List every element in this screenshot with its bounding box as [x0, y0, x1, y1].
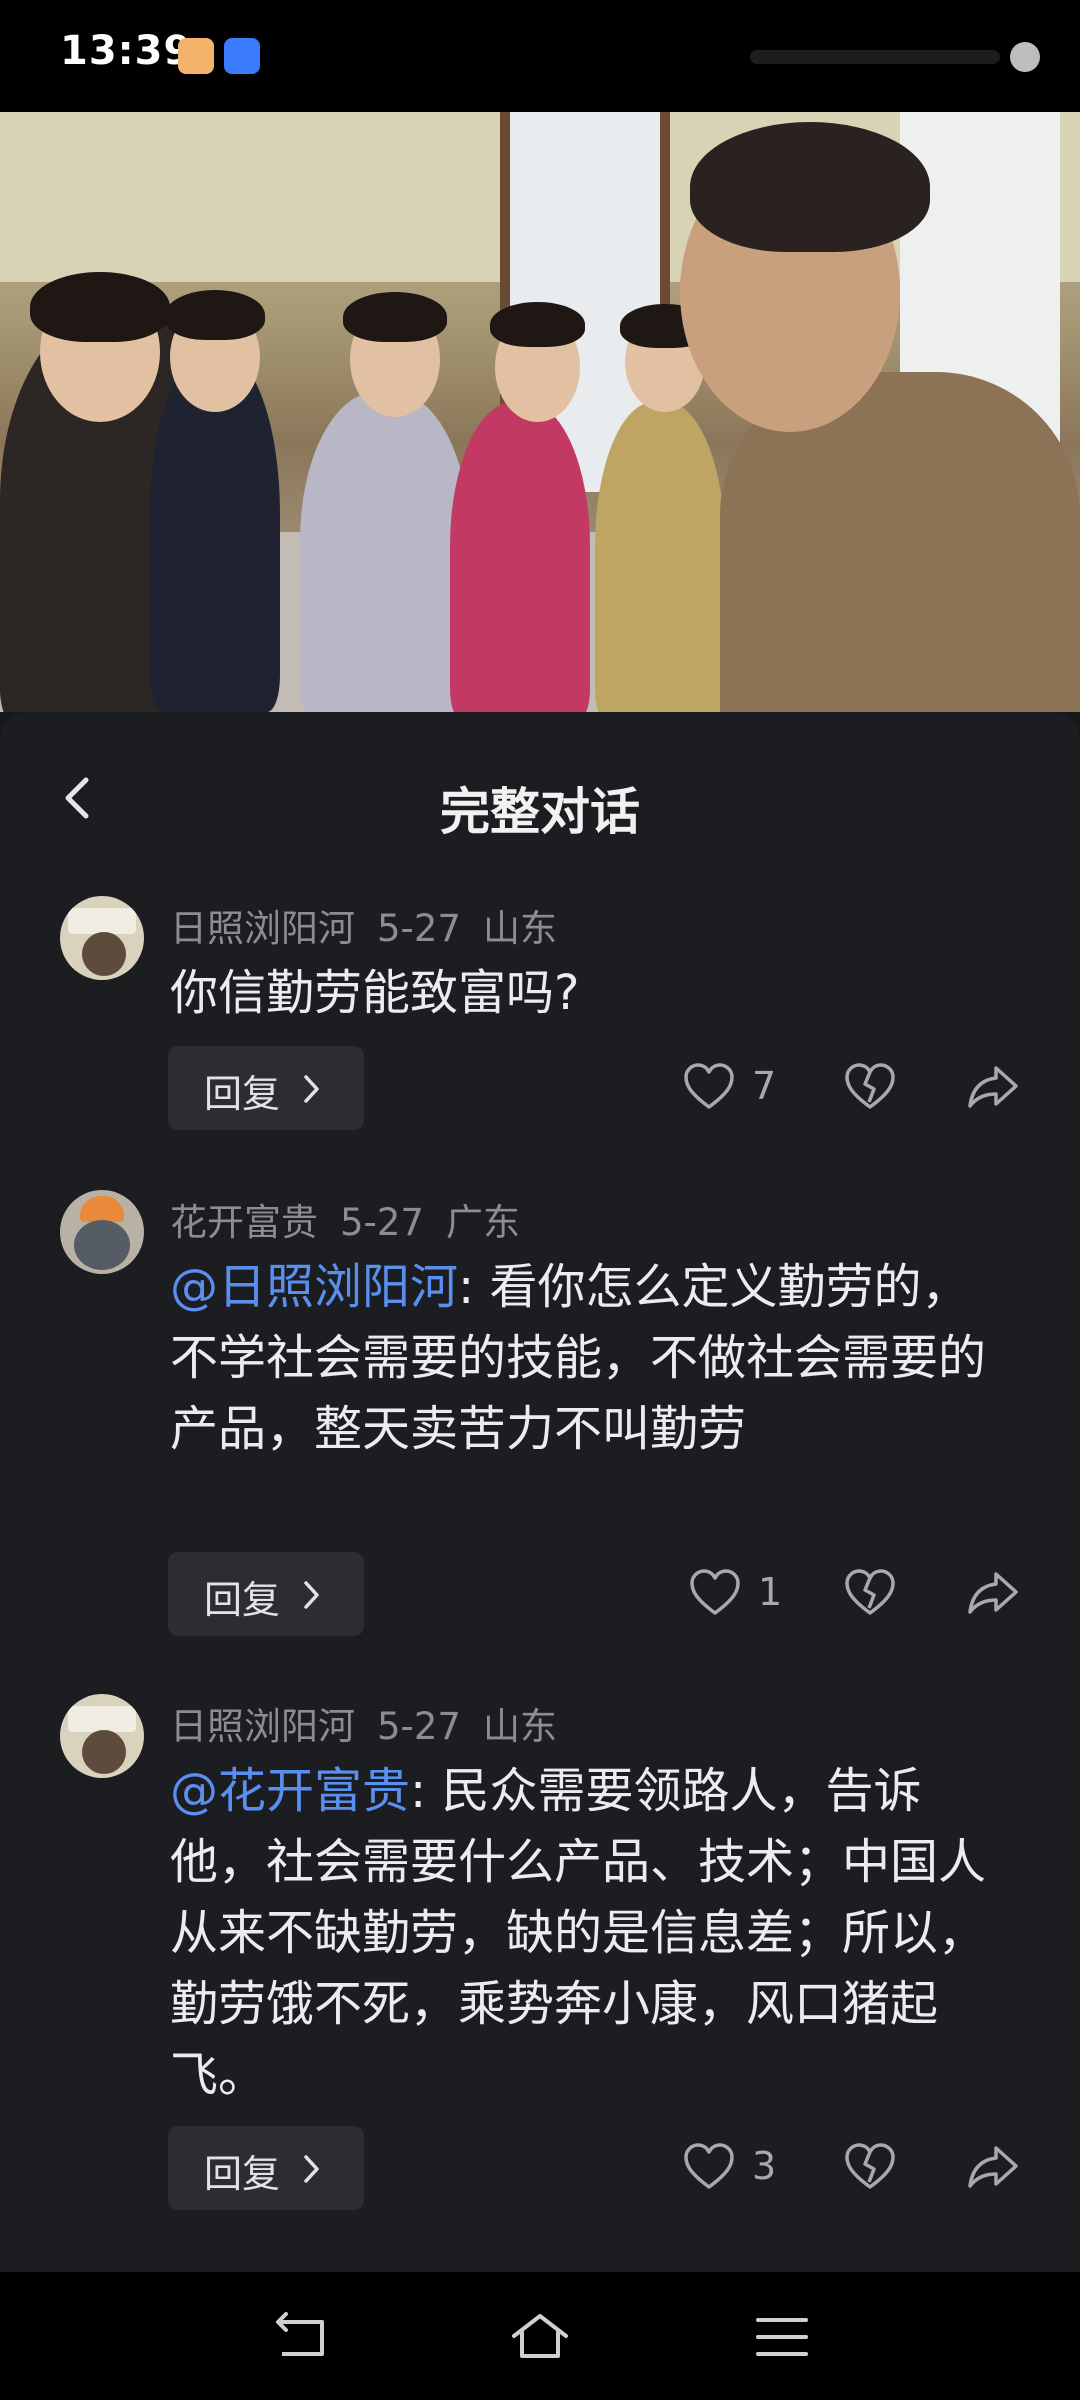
status-time: 13:39	[60, 28, 193, 74]
reply-button[interactable]: 回复	[168, 1046, 364, 1130]
comment-meta: 花开富贵 5-27 广东	[170, 1192, 542, 1246]
comment-meta: 日照浏阳河 5-27 山东	[170, 898, 579, 952]
chevron-right-icon	[304, 1075, 319, 1103]
heart-outline-icon	[684, 2143, 734, 2189]
reply-button[interactable]: 回复	[168, 2126, 364, 2210]
system-navigation-bar	[0, 2272, 1080, 2400]
status-indicators	[740, 42, 1040, 72]
like-button[interactable]: 3	[682, 2138, 792, 2198]
comment-text: @花开富贵: 民众需要领路人，告诉他，社会需要什么产品、技术；中国人从来不缺勤劳…	[170, 1756, 1010, 2111]
broken-heart-icon[interactable]	[843, 1062, 897, 1112]
video-player[interactable]	[0, 112, 1080, 712]
comment-content: 你信勤劳能致富吗?	[170, 965, 580, 1021]
home-icon[interactable]	[510, 2312, 570, 2362]
menu-icon[interactable]	[752, 2312, 812, 2362]
like-button[interactable]: 7	[682, 1058, 792, 1118]
comment-location: 山东	[482, 907, 557, 950]
share-arrow-icon[interactable]	[966, 1062, 1020, 1112]
comment-text: @日照浏阳河: 看你怎么定义勤劳的，不学社会需要的技能，不做社会需要的产品，整天…	[170, 1252, 1010, 1465]
avatar[interactable]	[60, 1694, 144, 1778]
like-button[interactable]: 1	[688, 1564, 798, 1624]
status-bar: 13:39	[0, 0, 1080, 112]
reply-label: 回复	[204, 2152, 281, 2196]
reply-label: 回复	[204, 1578, 281, 1622]
comment-username[interactable]: 日照浏阳河	[170, 1705, 355, 1748]
conversation-sheet: 完整对话 日照浏阳河 5-27 山东 你信勤劳能致富吗? 回复 7 花开富贵 5-27…	[0, 712, 1080, 2272]
comment-text: 你信勤劳能致富吗?	[170, 958, 1010, 1029]
like-count: 7	[752, 1064, 777, 1108]
back-arrow-icon[interactable]	[270, 2312, 330, 2362]
like-count: 3	[752, 2144, 777, 2188]
battery-icon	[1010, 42, 1040, 72]
notification-app-icon-2	[224, 38, 260, 74]
comment-mention[interactable]: @日照浏阳河	[170, 1259, 458, 1315]
comment-date: 5-27	[377, 907, 461, 950]
comment-mention[interactable]: @花开富贵	[170, 1763, 410, 1819]
comment-username[interactable]: 日照浏阳河	[170, 907, 355, 950]
comment-location: 广东	[445, 1201, 520, 1244]
sheet-title: 完整对话	[440, 783, 640, 841]
share-arrow-icon[interactable]	[966, 1568, 1020, 1618]
notification-app-icon	[178, 38, 214, 74]
chevron-right-icon	[304, 1581, 319, 1609]
comment-username[interactable]: 花开富贵	[170, 1201, 318, 1244]
avatar[interactable]	[60, 1190, 144, 1274]
heart-outline-icon	[684, 1063, 734, 1109]
reply-button[interactable]: 回复	[168, 1552, 364, 1636]
broken-heart-icon[interactable]	[843, 1568, 897, 1618]
reply-label: 回复	[204, 1072, 281, 1116]
heart-outline-icon	[690, 1569, 740, 1615]
avatar[interactable]	[60, 896, 144, 980]
comment-date: 5-27	[377, 1705, 461, 1748]
like-count: 1	[758, 1570, 783, 1614]
comment-meta: 日照浏阳河 5-27 山东	[170, 1696, 579, 1750]
comment-location: 山东	[482, 1705, 557, 1748]
share-arrow-icon[interactable]	[966, 2142, 1020, 2192]
chevron-right-icon	[304, 2155, 319, 2183]
broken-heart-icon[interactable]	[843, 2142, 897, 2192]
comment-date: 5-27	[340, 1201, 424, 1244]
